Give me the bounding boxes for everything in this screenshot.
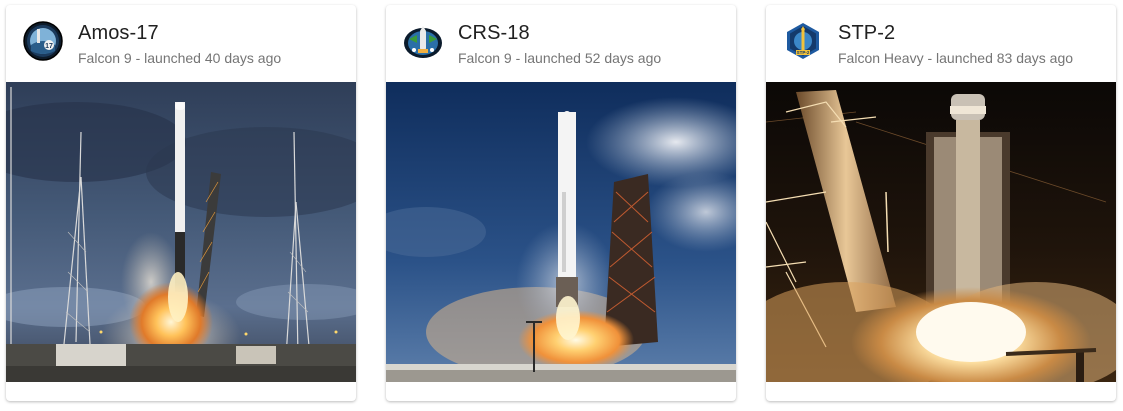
launch-card-grid: 17 Amos-17 Falcon 9 - launched 40 days a… <box>0 0 1123 411</box>
svg-text:17: 17 <box>45 43 53 50</box>
launch-title: CRS-18 <box>458 22 530 44</box>
svg-text:STP-2: STP-2 <box>797 50 810 55</box>
amos-17-mission-patch-icon: 17 <box>23 21 63 61</box>
falcon-9-dragon-launch-photo <box>386 82 736 382</box>
crs-18-mission-patch-icon <box>403 21 443 61</box>
stp-2-mission-patch-icon: STP-2 <box>783 21 823 61</box>
card-header: 17 Amos-17 Falcon 9 - launched 40 days a… <box>6 5 356 82</box>
launch-subtitle: Falcon 9 - launched 52 days ago <box>458 50 662 66</box>
card-header: STP-2 STP-2 Falcon Heavy - launched 83 d… <box>766 5 1116 82</box>
card-header: CRS-18 Falcon 9 - launched 52 days ago <box>386 5 736 82</box>
launch-card-crs-18[interactable]: CRS-18 Falcon 9 - launched 52 days ago <box>386 5 736 401</box>
falcon-9-launch-dusk-photo <box>6 82 356 382</box>
launch-title: Amos-17 <box>78 22 159 44</box>
launch-subtitle: Falcon 9 - launched 40 days ago <box>78 50 282 66</box>
falcon-heavy-night-launch-photo <box>766 82 1116 382</box>
launch-title: STP-2 <box>838 22 896 44</box>
launch-card-amos-17[interactable]: 17 Amos-17 Falcon 9 - launched 40 days a… <box>6 5 356 401</box>
launch-subtitle: Falcon Heavy - launched 83 days ago <box>838 50 1074 66</box>
launch-card-stp-2[interactable]: STP-2 STP-2 Falcon Heavy - launched 83 d… <box>766 5 1116 401</box>
